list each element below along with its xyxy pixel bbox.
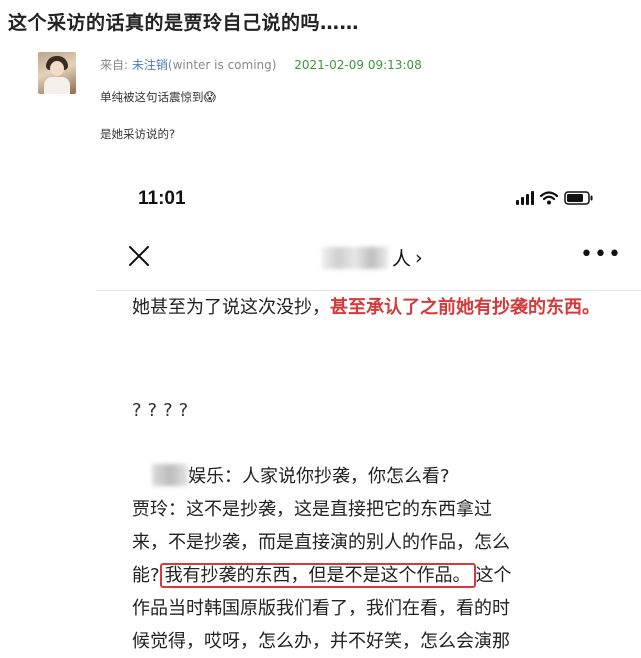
status-icons bbox=[516, 191, 594, 205]
post-title: 这个采访的话真的是贾玲自己说的吗…… bbox=[8, 12, 360, 34]
from-label: 来自: bbox=[100, 58, 129, 72]
author-handle: (winter is coming) bbox=[167, 58, 277, 72]
article-line-4-pre: 能? bbox=[132, 565, 160, 586]
article-line-1-text: 娱乐：人家说你抄袭，你怎么看? bbox=[188, 466, 450, 487]
article-line-1: 娱乐：人家说你抄袭，你怎么看? bbox=[132, 460, 602, 493]
post-line-1-text: 单纯被这句话震惊到 bbox=[100, 90, 204, 104]
divider bbox=[96, 290, 641, 291]
blurred-outlet-name bbox=[152, 464, 188, 486]
nav-title-suffix: 人 bbox=[392, 248, 412, 270]
post-line-2: 是她采访说的? bbox=[100, 127, 176, 141]
paragraph-1-highlight: 甚至承认了之前她有抄袭的东西。 bbox=[330, 297, 600, 318]
article-line-6: 候觉得，哎呀，怎么办，并不好笑，怎么会演那 bbox=[132, 631, 510, 652]
article-line-3: 来，不是抄袭，而是直接演的别人的作品，怎么 bbox=[132, 532, 510, 553]
blurred-account-name bbox=[322, 246, 388, 269]
article-line-2: 贾玲：这不是抄袭，这是直接把它的东西拿过 bbox=[132, 499, 492, 520]
status-time: 11:01 bbox=[138, 188, 186, 209]
close-icon[interactable] bbox=[127, 244, 151, 268]
chevron-right-icon: › bbox=[415, 246, 423, 269]
more-icon[interactable]: ••• bbox=[580, 244, 622, 266]
post-meta: 来自: 未注销(winter is coming) 2021-02-09 09:… bbox=[100, 56, 422, 73]
author-link[interactable]: 未注销 bbox=[132, 58, 168, 72]
highlighted-quote: 我有抄袭的东西，但是不是这个作品。 bbox=[159, 563, 476, 588]
nav-title[interactable]: 人 › bbox=[322, 244, 423, 271]
paragraph-1-text: 她甚至为了说这次没抄， bbox=[132, 297, 330, 318]
battery-icon bbox=[564, 191, 594, 205]
post-line-1: 单纯被这句话震惊到😱 bbox=[100, 89, 216, 105]
avatar[interactable] bbox=[38, 52, 76, 94]
wifi-icon bbox=[540, 191, 558, 205]
paragraph-1: 她甚至为了说这次没抄，甚至承认了之前她有抄袭的东西。 bbox=[132, 292, 612, 324]
shocked-emoji-icon: 😱 bbox=[203, 90, 217, 104]
question-marks: ???? bbox=[132, 400, 195, 421]
article-line-4: 能? 我有抄袭的东西，但是不是这个作品。 这个 bbox=[132, 559, 602, 592]
interview-excerpt: 娱乐：人家说你抄袭，你怎么看? 贾玲：这不是抄袭，这是直接把它的东西拿过 来，不… bbox=[132, 460, 602, 658]
embedded-phone-screenshot: 11:01 人 › ••• 她甚至为了说这次没抄，甚至承认了之前她有抄袭的东西。… bbox=[96, 172, 641, 652]
article-line-4-post: 这个 bbox=[475, 565, 512, 586]
post-date: 2021-02-09 09:13:08 bbox=[294, 58, 422, 72]
signal-icon bbox=[516, 191, 534, 205]
article-line-5: 作品当时韩国原版我们看了，我们在看，看的时 bbox=[132, 598, 510, 619]
